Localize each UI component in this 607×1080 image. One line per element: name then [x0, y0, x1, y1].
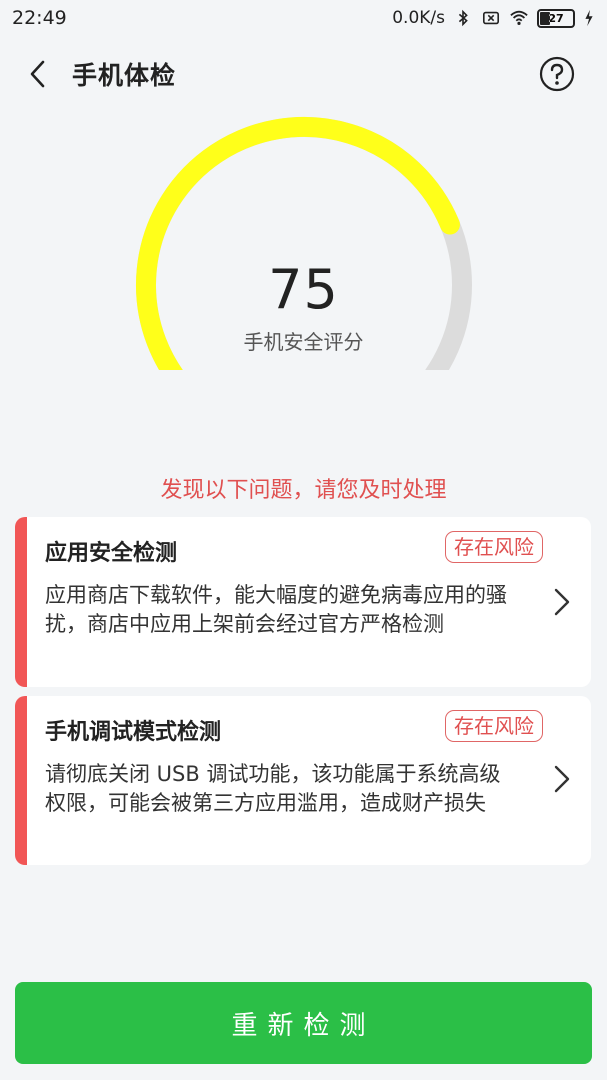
- safety-score-label: 手机安全评分: [243, 330, 364, 354]
- help-icon[interactable]: [539, 56, 575, 92]
- issue-title: 手机调试模式检测: [45, 720, 222, 745]
- chevron-left-icon: [30, 60, 45, 88]
- network-speed: 0.0K/s: [392, 8, 445, 28]
- recheck-button[interactable]: 重新检测: [15, 982, 592, 1064]
- issue-description: 应用商店下载软件，能大幅度的避免病毒应用的骚扰，商店中应用上架前会经过官方严格检…: [45, 583, 507, 636]
- safety-score: 75: [268, 258, 339, 321]
- bluetooth-icon: [458, 9, 468, 27]
- risk-indicator-bar: [15, 696, 27, 865]
- issue-title: 应用安全检测: [45, 541, 178, 566]
- sim-off-icon: [482, 11, 500, 25]
- issue-card-app-security[interactable]: 应用安全检测 存在风险 应用商店下载软件，能大幅度的避免病毒应用的骚扰，商店中应…: [15, 517, 591, 687]
- status-bar: 22:49 0.0K/s 27: [0, 0, 607, 36]
- charging-icon: [585, 9, 593, 27]
- back-button[interactable]: [12, 48, 64, 100]
- risk-badge: 存在风险: [445, 531, 543, 563]
- chevron-right-icon: [554, 588, 570, 616]
- wifi-icon: [510, 10, 528, 26]
- battery-icon: 27: [537, 8, 575, 28]
- status-icons: 0.0K/s 27: [392, 8, 595, 28]
- battery-level: 27: [548, 11, 564, 25]
- app-header: 手机体检: [0, 48, 607, 100]
- issue-card-debug-mode[interactable]: 手机调试模式检测 存在风险 请彻底关闭 USB 调试功能，该功能属于系统高级权限…: [15, 696, 591, 865]
- chevron-right-icon: [554, 765, 570, 793]
- issue-description: 请彻底关闭 USB 调试功能，该功能属于系统高级权限，可能会被第三方应用滥用，造…: [45, 762, 501, 815]
- status-time: 22:49: [12, 7, 67, 29]
- risk-badge: 存在风险: [445, 710, 543, 742]
- risk-indicator-bar: [15, 517, 27, 687]
- page-title: 手机体检: [72, 61, 177, 90]
- problem-notice: 发现以下问题，请您及时处理: [160, 478, 447, 503]
